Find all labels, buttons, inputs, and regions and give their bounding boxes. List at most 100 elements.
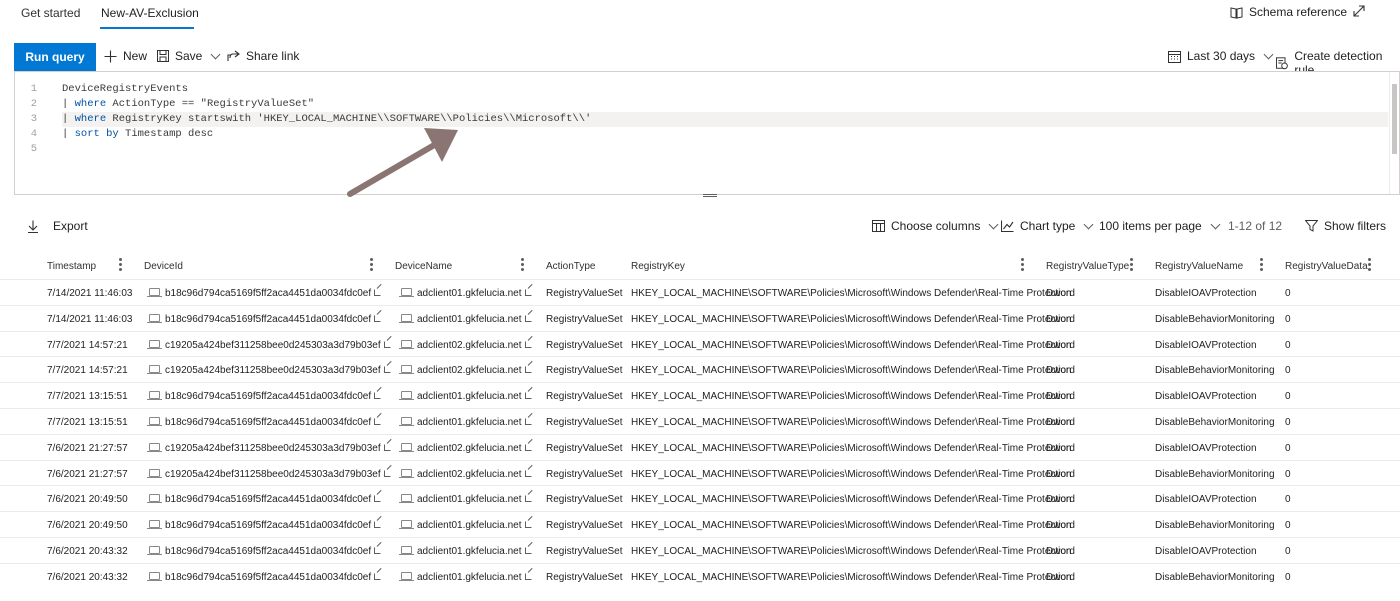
cell-text: adclient01.gkfelucia.net bbox=[417, 520, 522, 532]
cell-devicename[interactable]: adclient02.gkfelucia.net bbox=[417, 443, 532, 454]
chart-type-dropdown[interactable]: Chart type bbox=[1001, 219, 1094, 233]
tab-new-av-exclusion[interactable]: New-AV-Exclusion bbox=[101, 6, 199, 20]
cell-deviceid[interactable]: b18c96d794ca5169f5ff2aca4451da0034fdc0ef bbox=[165, 288, 382, 299]
column-menu-icon[interactable] bbox=[1368, 258, 1372, 273]
external-link-icon[interactable] bbox=[524, 314, 532, 322]
external-link-icon[interactable] bbox=[524, 521, 532, 529]
column-header-registrykey[interactable]: RegistryKey bbox=[631, 261, 685, 272]
external-link-icon[interactable] bbox=[383, 366, 391, 374]
cell-deviceid[interactable]: b18c96d794ca5169f5ff2aca4451da0034fdc0ef bbox=[165, 546, 382, 557]
cell-deviceid[interactable]: c19205a424bef311258bee0d245303a3d79b03ef bbox=[165, 443, 391, 454]
external-link-icon[interactable] bbox=[374, 417, 382, 425]
external-link-icon[interactable] bbox=[374, 289, 382, 296]
schema-reference-button[interactable]: Schema reference bbox=[1230, 5, 1347, 19]
external-link-icon[interactable] bbox=[524, 495, 532, 503]
external-link-icon[interactable] bbox=[524, 392, 532, 400]
external-link-icon[interactable] bbox=[374, 392, 382, 400]
cell-deviceid[interactable]: c19205a424bef311258bee0d245303a3d79b03ef bbox=[165, 340, 391, 351]
cell-devicename[interactable]: adclient02.gkfelucia.net bbox=[417, 365, 532, 376]
column-menu-icon[interactable] bbox=[1021, 258, 1025, 273]
cell-deviceid[interactable]: b18c96d794ca5169f5ff2aca4451da0034fdc0ef bbox=[165, 417, 382, 428]
external-link-icon[interactable] bbox=[374, 546, 382, 554]
cell-devicename[interactable]: adclient02.gkfelucia.net bbox=[417, 469, 532, 480]
cell-devicename[interactable]: adclient01.gkfelucia.net bbox=[417, 572, 532, 583]
cell-deviceid[interactable]: b18c96d794ca5169f5ff2aca4451da0034fdc0ef bbox=[165, 572, 382, 583]
cell-text: 0 bbox=[1285, 520, 1291, 532]
cell-devicename[interactable]: adclient01.gkfelucia.net bbox=[417, 546, 532, 557]
code-area[interactable]: DeviceRegistryEvents | where ActionType … bbox=[62, 82, 1388, 157]
external-link-icon[interactable] bbox=[524, 340, 532, 348]
external-link-icon[interactable] bbox=[524, 546, 532, 554]
external-link-icon[interactable] bbox=[383, 469, 391, 477]
column-header-registryvaluetype[interactable]: RegistryValueType bbox=[1046, 261, 1129, 272]
external-link-icon[interactable] bbox=[374, 572, 382, 580]
external-link-icon[interactable] bbox=[383, 340, 391, 348]
save-button[interactable]: Save bbox=[157, 49, 221, 63]
table-row[interactable]: 7/6/2021 20:49:50 b18c96d794ca5169f5ff2ac… bbox=[0, 511, 1400, 537]
cell-devicename[interactable]: adclient01.gkfelucia.net bbox=[417, 314, 532, 325]
choose-columns-button[interactable]: Choose columns bbox=[872, 219, 999, 233]
cell-devicename[interactable]: adclient01.gkfelucia.net bbox=[417, 417, 532, 428]
column-menu-icon[interactable] bbox=[521, 258, 525, 273]
table-row[interactable]: 7/14/2021 11:46:03 b18c96d794ca5169f5ff2a… bbox=[0, 279, 1400, 305]
table-row[interactable]: 7/7/2021 14:57:21 c19205a424bef311258bee0… bbox=[0, 356, 1400, 382]
table-row[interactable]: 7/6/2021 20:49:50 b18c96d794ca5169f5ff2ac… bbox=[0, 485, 1400, 511]
run-query-button[interactable]: Run query bbox=[14, 43, 96, 71]
column-menu-icon[interactable] bbox=[1260, 258, 1264, 273]
table-row[interactable]: 7/6/2021 20:43:32 b18c96d794ca5169f5ff2ac… bbox=[0, 562, 1400, 589]
external-link-icon[interactable] bbox=[524, 469, 532, 477]
table-row[interactable]: 7/14/2021 11:46:03 b18c96d794ca5169f5ff2a… bbox=[0, 304, 1400, 331]
column-header-registryvaluename[interactable]: RegistryValueName bbox=[1155, 261, 1243, 272]
external-link-icon[interactable] bbox=[374, 495, 382, 503]
show-filters-button[interactable]: Show filters bbox=[1305, 219, 1386, 233]
new-query-button[interactable]: New bbox=[104, 49, 147, 63]
external-link-icon[interactable] bbox=[374, 314, 382, 322]
column-menu-icon[interactable] bbox=[370, 258, 374, 273]
time-range-dropdown[interactable]: Last 30 days bbox=[1168, 49, 1274, 63]
external-link-icon[interactable] bbox=[524, 289, 532, 296]
table-row[interactable]: 7/6/2021 21:27:57 c19205a424bef311258bee0… bbox=[0, 459, 1400, 486]
editor-scrollbar-thumb[interactable] bbox=[1392, 84, 1397, 154]
external-link-icon[interactable] bbox=[524, 417, 532, 425]
external-link-icon[interactable] bbox=[524, 366, 532, 374]
cell-deviceid[interactable]: c19205a424bef311258bee0d245303a3d79b03ef bbox=[165, 469, 391, 480]
column-header-registryvaluedata[interactable]: RegistryValueData bbox=[1285, 261, 1368, 272]
share-link-button[interactable]: Share link bbox=[227, 49, 299, 63]
cell-devicename[interactable]: adclient01.gkfelucia.net bbox=[417, 391, 532, 402]
cell-deviceid[interactable]: b18c96d794ca5169f5ff2aca4451da0034fdc0ef bbox=[165, 314, 382, 325]
table-row[interactable]: 7/7/2021 13:15:51 b18c96d794ca5169f5ff2ac… bbox=[0, 382, 1400, 408]
cell-devicename[interactable]: adclient02.gkfelucia.net bbox=[417, 340, 532, 351]
cell-deviceid[interactable]: b18c96d794ca5169f5ff2aca4451da0034fdc0ef bbox=[165, 494, 382, 506]
table-row[interactable]: 7/7/2021 13:15:51 b18c96d794ca5169f5ff2ac… bbox=[0, 407, 1400, 434]
tab-get-started[interactable]: Get started bbox=[21, 6, 80, 20]
column-header-actiontype[interactable]: ActionType bbox=[546, 261, 595, 272]
column-header-devicename[interactable]: DeviceName bbox=[395, 261, 452, 272]
external-link-icon[interactable] bbox=[524, 443, 532, 451]
cell-devicename[interactable]: adclient01.gkfelucia.net bbox=[417, 520, 532, 531]
query-editor[interactable]: 1 2 3 4 5 DeviceRegistryEvents | where A… bbox=[14, 71, 1400, 195]
external-link-icon[interactable] bbox=[383, 443, 391, 451]
expand-icon[interactable] bbox=[1352, 4, 1366, 18]
active-tab-indicator bbox=[100, 27, 194, 29]
cell-deviceid[interactable]: b18c96d794ca5169f5ff2aca4451da0034fdc0ef bbox=[165, 391, 382, 402]
column-menu-icon[interactable] bbox=[1130, 258, 1134, 273]
editor-resize-handle[interactable] bbox=[703, 194, 717, 197]
column-header-deviceid[interactable]: DeviceId bbox=[144, 261, 183, 272]
table-row[interactable]: 7/6/2021 21:27:57 c19205a424bef311258bee0… bbox=[0, 433, 1400, 460]
cell-actiontype: RegistryValueSet bbox=[546, 469, 623, 480]
export-button[interactable]: Export bbox=[27, 219, 88, 233]
cell-deviceid[interactable]: b18c96d794ca5169f5ff2aca4451da0034fdc0ef bbox=[165, 520, 382, 531]
line-number: 2 bbox=[30, 98, 37, 110]
column-header-timestamp[interactable]: Timestamp bbox=[47, 261, 96, 272]
external-link-icon[interactable] bbox=[374, 521, 382, 529]
cell-text: b18c96d794ca5169f5ff2aca4451da0034fdc0ef bbox=[165, 494, 372, 506]
table-row[interactable]: 7/7/2021 14:57:21 c19205a424bef311258bee0… bbox=[0, 330, 1400, 357]
cell-devicename[interactable]: adclient01.gkfelucia.net bbox=[417, 494, 532, 505]
items-per-page-dropdown[interactable]: 100 items per page bbox=[1099, 219, 1221, 233]
table-row[interactable]: 7/6/2021 20:43:32 b18c96d794ca5169f5ff2ac… bbox=[0, 536, 1400, 563]
column-menu-icon[interactable] bbox=[119, 258, 123, 273]
external-link-icon[interactable] bbox=[524, 572, 532, 580]
cell-devicename[interactable]: adclient01.gkfelucia.net bbox=[417, 288, 532, 299]
cell-deviceid[interactable]: c19205a424bef311258bee0d245303a3d79b03ef bbox=[165, 365, 391, 376]
editor-scrollbar[interactable] bbox=[1389, 72, 1399, 194]
